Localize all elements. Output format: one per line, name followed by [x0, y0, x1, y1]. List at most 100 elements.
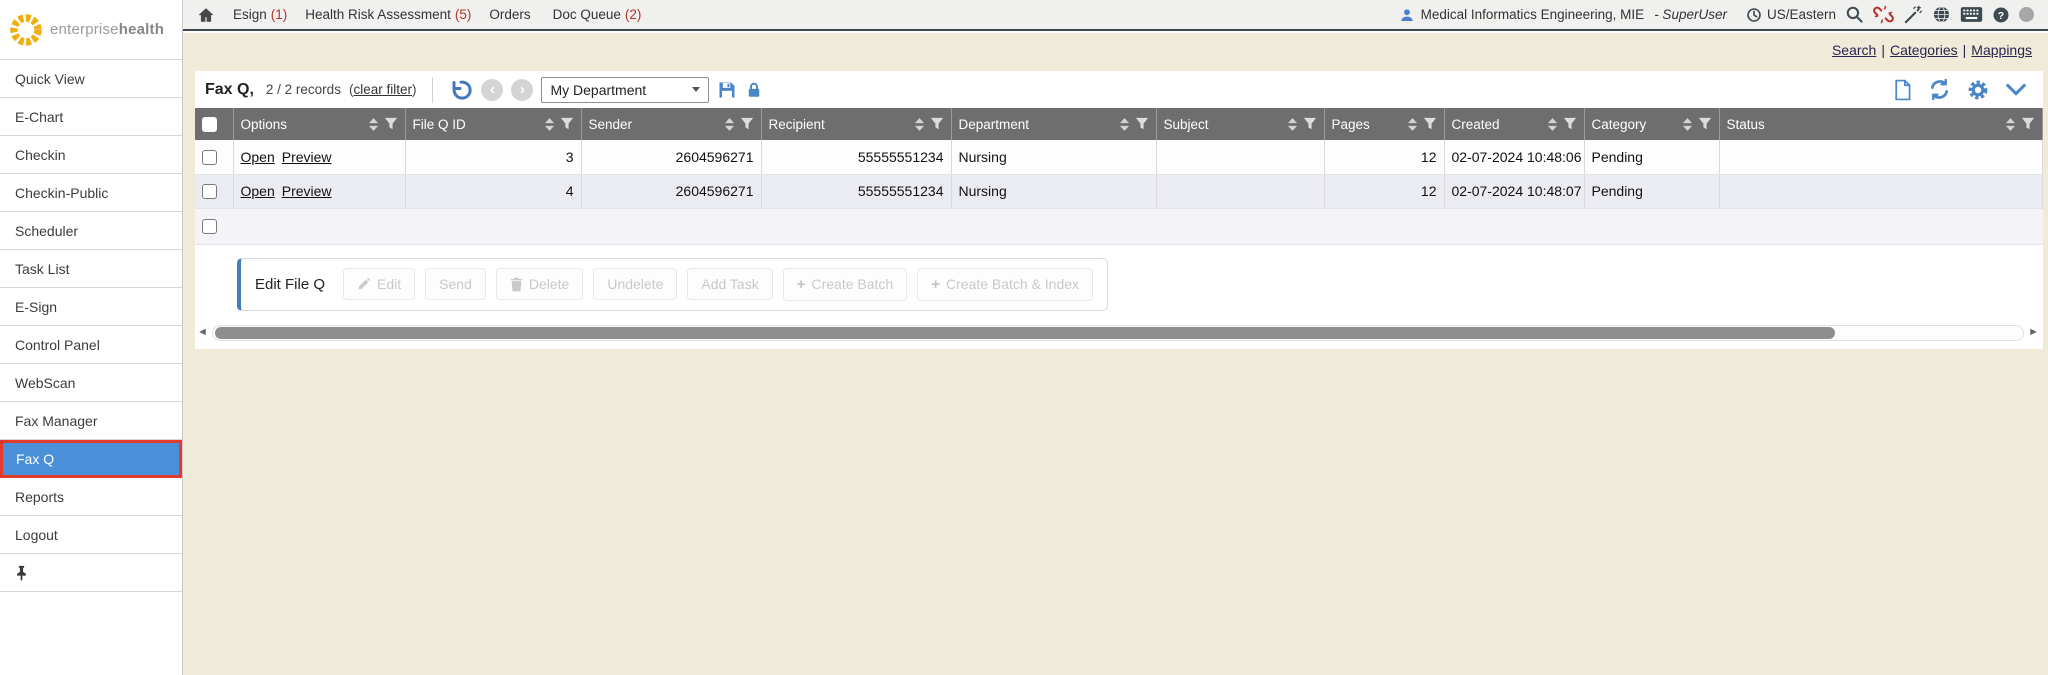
topbar: Esign (1) Health Risk Assessment (5) Ord…	[183, 0, 2048, 31]
horizontal-scrollbar: ◄ ►	[197, 325, 2039, 341]
preview-link[interactable]: Preview	[282, 149, 332, 165]
globe-icon[interactable]	[1932, 5, 1951, 24]
sidebar-item-checkin[interactable]: Checkin	[0, 136, 182, 174]
clear-filter-link[interactable]: clear filter	[353, 82, 412, 97]
create-batch-index-button[interactable]: + Create Batch & Index	[917, 268, 1093, 301]
gear-icon[interactable]	[1967, 79, 1989, 101]
file-q-id-cell: 4	[405, 174, 581, 208]
sidebar-item-fax-q[interactable]: Fax Q	[0, 440, 182, 478]
select-all-checkbox[interactable]	[202, 117, 217, 132]
preview-link[interactable]: Preview	[282, 183, 332, 199]
open-link[interactable]: Open	[241, 183, 275, 199]
column-header-pages[interactable]: Pages	[1324, 108, 1444, 140]
collapse-chevron-icon[interactable]	[2005, 82, 2027, 98]
account-name: Medical Informatics Engineering, MIE	[1421, 7, 1645, 22]
add-task-button[interactable]: Add Task	[687, 268, 772, 300]
row-checkbox[interactable]	[202, 184, 217, 199]
edit-button[interactable]: Edit	[343, 268, 415, 300]
sort-icon	[1119, 117, 1130, 132]
sidebar-item-e-sign[interactable]: E-Sign	[0, 288, 182, 326]
nav-doc-queue[interactable]: Doc Queue (2)	[553, 7, 642, 22]
undo-icon[interactable]	[449, 78, 473, 102]
plus-icon: +	[931, 276, 940, 293]
column-header-recipient[interactable]: Recipient	[761, 108, 951, 140]
sidebar-item-reports[interactable]: Reports	[0, 478, 182, 516]
account-info[interactable]: Medical Informatics Engineering, MIE - S…	[1399, 7, 1727, 23]
column-header-status[interactable]: Status	[1719, 108, 2043, 140]
timezone[interactable]: US/Eastern	[1746, 7, 1836, 23]
keyboard-icon[interactable]	[1960, 6, 1983, 23]
new-document-icon[interactable]	[1893, 79, 1912, 101]
delete-button[interactable]: Delete	[496, 268, 583, 300]
sidebar-item-e-chart[interactable]: E-Chart	[0, 98, 182, 136]
undelete-button[interactable]: Undelete	[593, 268, 677, 300]
user-icon	[1399, 7, 1415, 23]
main-content: Search|Categories|Mappings Fax Q, 2 / 2 …	[183, 33, 2048, 675]
recipient-cell: 55555551234	[761, 174, 951, 208]
search-icon[interactable]	[1845, 5, 1864, 24]
row-checkbox[interactable]	[202, 219, 217, 234]
column-header-category[interactable]: Category	[1584, 108, 1719, 140]
column-header-created[interactable]: Created	[1444, 108, 1584, 140]
status-dot[interactable]	[2019, 7, 2034, 22]
lock-icon[interactable]	[745, 80, 763, 100]
brand-name: enterprisehealth	[50, 21, 164, 38]
table-header-row: Options File Q ID Sender Recipient Depar…	[195, 108, 2043, 140]
column-header-department[interactable]: Department	[951, 108, 1156, 140]
filter-icon	[930, 117, 944, 131]
filter-icon	[740, 117, 754, 131]
sidebar-item-checkin-public[interactable]: Checkin-Public	[0, 174, 182, 212]
nav-esign[interactable]: Esign (1)	[233, 7, 287, 22]
prev-page-button[interactable]: ‹	[481, 79, 503, 101]
sort-icon	[724, 117, 735, 132]
empty-cell	[233, 208, 2043, 244]
column-header-sender[interactable]: Sender	[581, 108, 761, 140]
pages-cell: 12	[1324, 140, 1444, 174]
broken-link-icon[interactable]	[1873, 4, 1894, 25]
sidebar-item-webscan[interactable]: WebScan	[0, 364, 182, 402]
scroll-right-arrow[interactable]: ►	[2028, 327, 2039, 338]
fax-q-toolbar: Fax Q, 2 / 2 records (clear filter) ‹ › …	[195, 71, 2043, 108]
send-button[interactable]: Send	[425, 268, 486, 300]
filter-icon	[1303, 117, 1317, 131]
help-icon[interactable]: ?	[1992, 6, 2010, 24]
table-row: OpenPreview 4 2604596271 55555551234 Nur…	[195, 174, 2043, 208]
home-icon[interactable]	[197, 6, 215, 24]
brand-logo[interactable]: enterprisehealth	[0, 0, 182, 60]
refresh-icon[interactable]	[1928, 78, 1951, 101]
sidebar-item-scheduler[interactable]: Scheduler	[0, 212, 182, 250]
nav-doc-queue-label: Doc Queue	[553, 7, 621, 22]
enterprise-health-logo-icon	[7, 11, 45, 49]
sidebar-item-fax-manager[interactable]: Fax Manager	[0, 402, 182, 440]
open-link[interactable]: Open	[241, 149, 275, 165]
department-select[interactable]: My Department	[541, 77, 709, 103]
search-link[interactable]: Search	[1832, 42, 1876, 58]
column-header-options[interactable]: Options	[233, 108, 405, 140]
row-select-cell	[195, 208, 233, 244]
created-cell: 02-07-2024 10:48:07	[1444, 174, 1584, 208]
pushpin-icon[interactable]	[15, 565, 28, 581]
nav-health-risk-assessment[interactable]: Health Risk Assessment (5)	[305, 7, 471, 22]
sidebar-item-logout[interactable]: Logout	[0, 516, 182, 554]
row-checkbox[interactable]	[202, 150, 217, 165]
nav-orders[interactable]: Orders	[489, 7, 534, 22]
mappings-link[interactable]: Mappings	[1971, 42, 2032, 58]
save-filter-icon[interactable]	[717, 80, 737, 100]
sidebar-item-quick-view[interactable]: Quick View	[0, 60, 182, 98]
categories-link[interactable]: Categories	[1890, 42, 1958, 58]
next-page-button[interactable]: ›	[511, 79, 533, 101]
wand-icon[interactable]	[1903, 5, 1923, 25]
column-header-subject[interactable]: Subject	[1156, 108, 1324, 140]
sidebar-item-control-panel[interactable]: Control Panel	[0, 326, 182, 364]
quicklinks-separator: |	[1881, 42, 1885, 58]
empty-selection-row	[195, 208, 2043, 244]
column-header-file-q-id[interactable]: File Q ID	[405, 108, 581, 140]
sort-icon	[544, 117, 555, 132]
sidebar-item-task-list[interactable]: Task List	[0, 250, 182, 288]
department-select-value: My Department	[550, 82, 646, 98]
category-cell: Pending	[1584, 140, 1719, 174]
scroll-left-arrow[interactable]: ◄	[197, 327, 208, 338]
scrollbar-thumb[interactable]	[215, 327, 1835, 339]
scrollbar-track[interactable]	[212, 325, 2024, 341]
create-batch-button[interactable]: + Create Batch	[783, 268, 907, 301]
